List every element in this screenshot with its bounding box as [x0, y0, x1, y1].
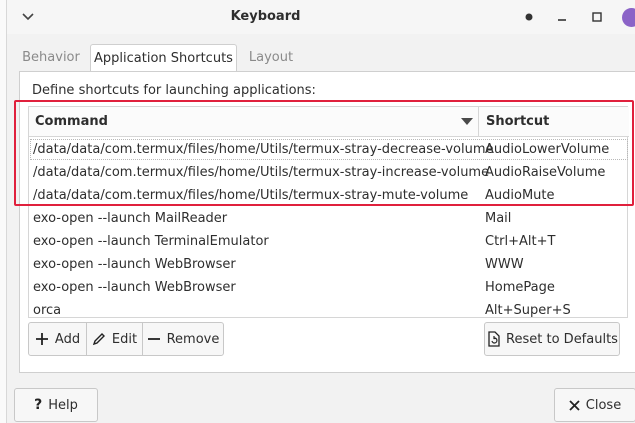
column-header-command[interactable]: Command	[29, 107, 479, 137]
sort-descending-icon	[461, 118, 473, 125]
page-description: Define shortcuts for launching applicati…	[32, 83, 316, 98]
table-row[interactable]: /data/data/com.termux/files/home/Utils/t…	[29, 138, 629, 161]
close-window-button[interactable]	[620, 0, 635, 34]
command-cell: exo-open --launch WebBrowser	[33, 257, 236, 272]
command-cell: /data/data/com.termux/files/home/Utils/t…	[33, 142, 494, 157]
table-row[interactable]: exo-open --launch WebBrowser WWW	[29, 253, 629, 276]
window-title-text: Keyboard	[230, 9, 301, 24]
shortcut-cell: Ctrl+Alt+T	[485, 234, 556, 249]
plus-icon	[35, 332, 49, 346]
close-circle-icon	[621, 7, 635, 27]
add-button[interactable]: Add	[28, 322, 87, 356]
minimize-button[interactable]	[552, 0, 572, 34]
shortcut-cell: AudioRaiseVolume	[485, 165, 606, 180]
table-row[interactable]: /data/data/com.termux/files/home/Utils/t…	[29, 184, 629, 207]
pencil-icon	[92, 332, 106, 346]
window-title: Keyboard	[7, 0, 522, 34]
x-icon	[569, 399, 580, 411]
remove-button-label: Remove	[166, 331, 220, 347]
close-button[interactable]: Close	[554, 388, 635, 422]
add-button-label: Add	[54, 331, 81, 347]
table-row[interactable]: exo-open --launch MailReader Mail	[29, 207, 629, 230]
table-row[interactable]: exo-open --launch TerminalEmulator Ctrl+…	[29, 230, 629, 253]
titlebar: Keyboard	[7, 0, 635, 34]
close-button-label: Close	[585, 397, 622, 413]
command-cell: /data/data/com.termux/files/home/Utils/t…	[33, 165, 490, 180]
application-shortcuts-page: Define shortcuts for launching applicati…	[19, 71, 635, 373]
column-header-command-label: Command	[35, 114, 108, 129]
remove-button[interactable]: Remove	[142, 322, 224, 356]
edit-button[interactable]: Edit	[86, 322, 143, 356]
help-button[interactable]: ? Help	[14, 388, 98, 422]
command-cell: /data/data/com.termux/files/home/Utils/t…	[33, 188, 469, 203]
sticky-button[interactable]	[519, 0, 539, 34]
column-header-shortcut[interactable]: Shortcut	[486, 107, 549, 137]
table-row[interactable]: orca Alt+Super+S	[29, 299, 629, 322]
minus-icon	[147, 332, 161, 346]
shortcuts-list: Command Shortcut /data/data/com.termux/f…	[28, 106, 629, 318]
table-row[interactable]: exo-open --launch WebBrowser HomePage	[29, 276, 629, 299]
maximize-button[interactable]	[587, 0, 607, 34]
shortcut-cell: Mail	[485, 211, 512, 226]
table-row[interactable]: /data/data/com.termux/files/home/Utils/t…	[29, 161, 629, 184]
command-cell: exo-open --launch WebBrowser	[33, 280, 236, 295]
tab-behavior[interactable]: Behavior	[19, 44, 83, 72]
list-header: Command Shortcut	[29, 107, 629, 137]
command-cell: exo-open --launch MailReader	[33, 211, 228, 226]
shortcut-cell: HomePage	[485, 280, 555, 295]
minimize-icon	[557, 12, 567, 22]
tab-application-shortcuts[interactable]: Application Shortcuts	[90, 44, 237, 73]
document-revert-icon	[486, 331, 500, 347]
shortcut-cell: AudioMute	[485, 188, 555, 203]
help-button-label: Help	[48, 397, 78, 413]
shortcut-cell: AudioLowerVolume	[485, 142, 610, 157]
question-icon: ?	[34, 397, 43, 413]
edit-button-label: Edit	[111, 331, 138, 347]
command-cell: exo-open --launch TerminalEmulator	[33, 234, 269, 249]
list-rows: /data/data/com.termux/files/home/Utils/t…	[29, 138, 629, 322]
tab-layout[interactable]: Layout	[243, 44, 299, 72]
shortcut-cell: WWW	[485, 257, 524, 272]
reset-to-defaults-button[interactable]: Reset to Defaults	[484, 322, 620, 356]
keyboard-settings-window: Keyboard Behavior Application Shortcuts …	[6, 0, 635, 423]
command-cell: orca	[33, 303, 62, 318]
maximize-icon	[592, 12, 602, 22]
dot-icon	[525, 13, 533, 21]
shortcut-cell: Alt+Super+S	[485, 303, 571, 318]
reset-button-label: Reset to Defaults	[506, 331, 618, 347]
